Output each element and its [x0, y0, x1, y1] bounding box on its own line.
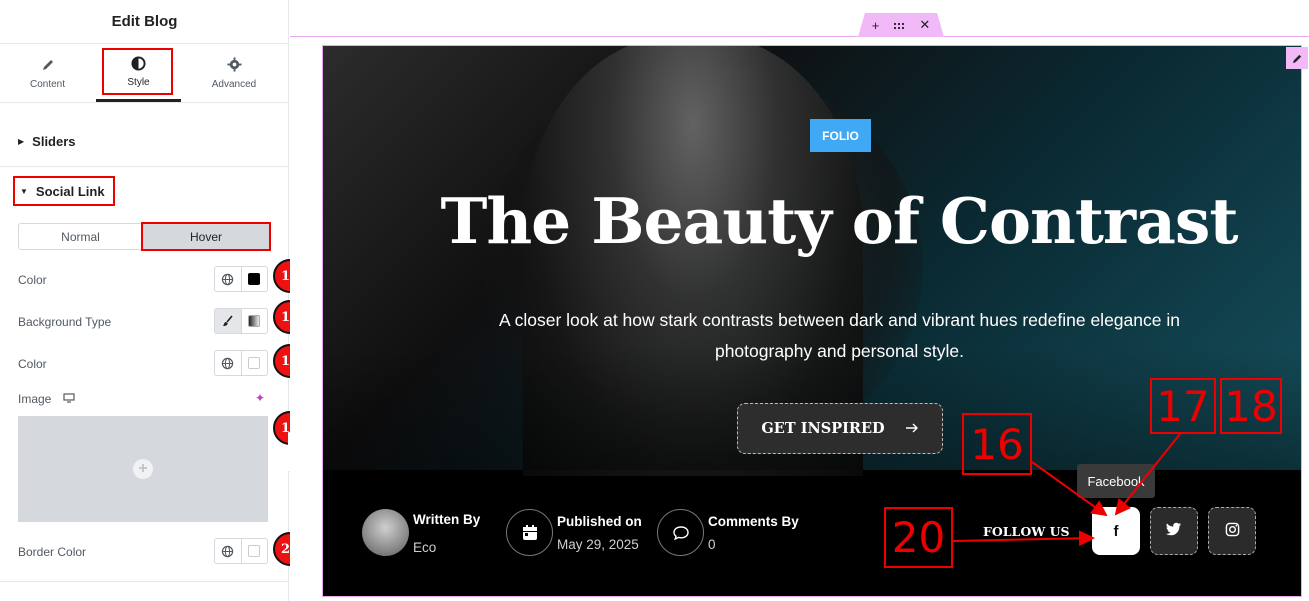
divider	[0, 102, 289, 103]
background-type-control	[214, 308, 268, 334]
facebook-button[interactable]: f	[1092, 507, 1140, 555]
comments-count: 0	[708, 537, 716, 552]
get-inspired-button[interactable]: GET INSPIRED	[737, 403, 943, 454]
panel-title: Edit Blog	[0, 0, 289, 44]
tab-content[interactable]: Content	[15, 44, 80, 102]
published-label: Published on	[557, 514, 642, 529]
caret-down-icon: ▼	[20, 186, 28, 196]
author-label: Written By	[413, 512, 481, 527]
state-tab-normal[interactable]: Normal	[19, 224, 142, 249]
avatar	[362, 509, 409, 556]
bg-color-label: Color	[18, 357, 47, 371]
color-label: Color	[18, 273, 47, 287]
post-title[interactable]: The Beauty of Contrast	[323, 184, 1301, 258]
pencil-icon	[41, 57, 55, 73]
edit-widget-icon[interactable]	[1286, 47, 1308, 69]
image-label: Image	[18, 392, 52, 406]
tab-advanced[interactable]: Advanced	[198, 44, 270, 102]
image-label-row: Image	[18, 392, 75, 406]
desktop-icon[interactable]	[63, 392, 75, 406]
section-handle[interactable]: + ✕	[858, 13, 944, 37]
color-swatch[interactable]	[240, 267, 268, 291]
published-date: May 29, 2025	[557, 537, 639, 552]
facebook-tooltip: Facebook	[1077, 464, 1155, 498]
annotation-20: 20	[884, 507, 953, 568]
divider	[0, 581, 289, 582]
arrow-right-icon	[905, 420, 919, 437]
annotation-17: 17	[1150, 378, 1216, 434]
section-sliders[interactable]: ▶ Sliders	[18, 134, 76, 149]
section-sliders-label: Sliders	[32, 134, 76, 149]
gear-icon	[226, 57, 242, 73]
color-swatch[interactable]	[240, 351, 268, 375]
ai-sparkle-icon[interactable]: ✦	[255, 391, 265, 405]
twitter-icon	[1166, 522, 1182, 540]
bg-color-control	[214, 350, 268, 376]
color-swatch[interactable]	[240, 539, 268, 563]
blog-slider-widget: FOLIO The Beauty of Contrast A closer lo…	[322, 45, 1302, 597]
comments-label: Comments By	[708, 514, 799, 529]
highlight-box	[102, 48, 173, 95]
post-excerpt: A closer look at how stark contrasts bet…	[499, 310, 1180, 361]
drag-icon[interactable]	[893, 18, 905, 33]
tab-advanced-label: Advanced	[211, 78, 257, 90]
global-icon[interactable]	[215, 267, 241, 291]
brush-icon[interactable]	[215, 309, 241, 333]
editor-panel: Edit Blog Content Style Advanced ▶ Slide…	[0, 0, 307, 601]
state-tab-hover[interactable]: Hover	[141, 222, 271, 251]
section-outline	[290, 36, 1309, 37]
twitter-button[interactable]	[1150, 507, 1198, 555]
plus-icon: +	[133, 459, 153, 479]
instagram-button[interactable]	[1208, 507, 1256, 555]
close-icon[interactable]: ✕	[919, 17, 930, 33]
global-icon[interactable]	[215, 351, 241, 375]
color-control	[214, 266, 268, 292]
tab-content-label: Content	[29, 78, 66, 90]
background-type-label: Background Type	[18, 315, 112, 329]
category-tag[interactable]: FOLIO	[810, 119, 871, 152]
section-social-link[interactable]: ▼ Social Link	[13, 176, 115, 206]
divider	[0, 166, 289, 167]
calendar-icon	[506, 509, 553, 556]
cta-label: GET INSPIRED	[761, 420, 885, 437]
annotation-16: 16	[962, 413, 1032, 475]
global-icon[interactable]	[215, 539, 241, 563]
border-color-control	[214, 538, 268, 564]
gradient-icon[interactable]	[240, 309, 268, 333]
image-picker[interactable]: +	[18, 416, 268, 522]
follow-us-label: FOLLOW US	[983, 524, 1070, 539]
preview-canvas: + ✕ FOLIO The Beauty of Contrast A close…	[290, 0, 1309, 601]
comment-icon	[657, 509, 704, 556]
state-switcher: Normal Hover	[18, 222, 271, 251]
caret-right-icon: ▶	[18, 137, 25, 146]
annotation-18: 18	[1220, 378, 1282, 434]
author-name[interactable]: Eco	[413, 540, 436, 555]
section-social-link-label: Social Link	[35, 183, 105, 199]
facebook-icon: f	[1113, 522, 1119, 540]
border-color-label: Border Color	[18, 545, 87, 559]
instagram-icon	[1225, 522, 1240, 541]
plus-icon[interactable]: +	[872, 18, 880, 33]
